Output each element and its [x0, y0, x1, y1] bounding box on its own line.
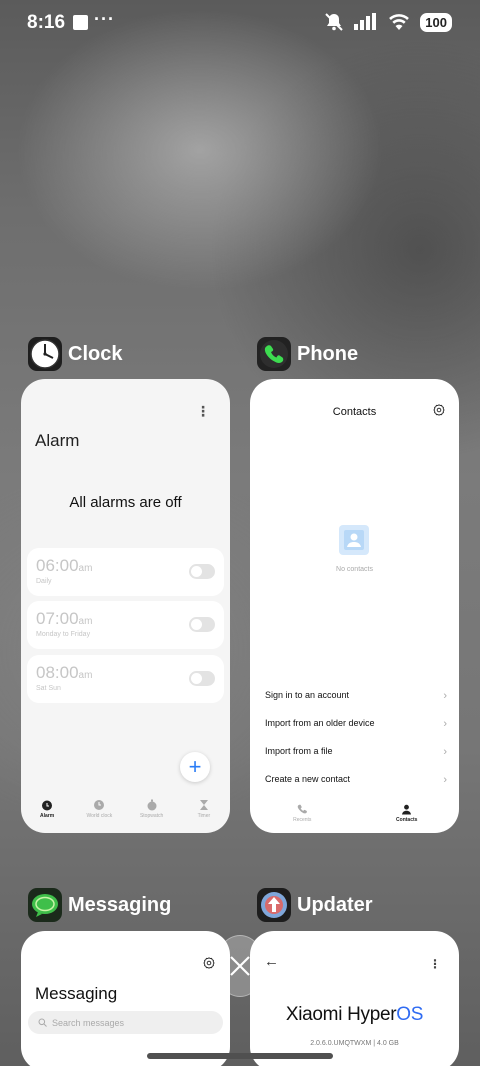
- clock-app-icon: [28, 337, 62, 371]
- app-header-phone[interactable]: Phone: [257, 337, 358, 371]
- more-options-icon[interactable]: ⋮: [429, 957, 441, 971]
- tab-label: Timer: [197, 813, 211, 819]
- alarm-repeat: Monday to Friday: [36, 631, 91, 638]
- phone-tab-bar: Recents Contacts: [250, 804, 459, 823]
- app-header-messaging[interactable]: Messaging: [28, 888, 171, 922]
- tab-label: World clock: [86, 813, 113, 819]
- version-info: 2.0.6.0.UMQTWXM | 4.0 GB: [310, 1040, 399, 1047]
- chevron-right-icon: ›: [443, 774, 447, 786]
- page-title: Messaging: [35, 984, 118, 1003]
- hourglass-icon: [199, 800, 208, 810]
- tab-contacts[interactable]: Contacts: [355, 804, 460, 823]
- brand-suffix: OS: [396, 1004, 424, 1025]
- menu-item-import-file[interactable]: Import from a file ›: [265, 746, 447, 758]
- search-icon: [38, 1018, 47, 1027]
- alarm-repeat: Sat Sun: [36, 685, 61, 692]
- back-arrow-icon[interactable]: ←: [264, 953, 279, 970]
- tab-label: Alarm: [40, 813, 55, 819]
- messaging-app-icon: [28, 888, 62, 922]
- menu-item-create-contact[interactable]: Create a new contact ›: [265, 774, 447, 786]
- clear-all-button[interactable]: [215, 935, 265, 997]
- brand-prefix: Xiaomi Hyper: [285, 1004, 397, 1025]
- menu-item-label: Create a new contact: [265, 774, 351, 784]
- more-options-icon[interactable]: ⋮: [196, 403, 210, 420]
- empty-state-message: All alarms are off: [69, 494, 182, 511]
- tab-timer[interactable]: Timer: [178, 799, 230, 819]
- silent-bell-icon: [325, 13, 344, 31]
- tab-label: Contacts: [396, 817, 418, 823]
- alarm-time: 07:00: [36, 609, 79, 628]
- empty-state-message: No contacts: [336, 566, 373, 573]
- alarm-ampm: am: [78, 563, 93, 574]
- stopwatch-icon: [147, 799, 157, 811]
- globe-clock-icon: [94, 800, 105, 810]
- app-name-messaging: Messaging: [68, 893, 172, 916]
- app-name-phone: Phone: [297, 342, 359, 365]
- menu-item-label: Sign in to an account: [265, 690, 350, 700]
- settings-gear-icon[interactable]: [433, 404, 445, 416]
- chevron-right-icon: ›: [443, 690, 447, 702]
- close-icon: [230, 956, 250, 976]
- messaging-app-card[interactable]: Messaging Search messages: [21, 931, 230, 1066]
- clock-app-card[interactable]: ⋮ Alarm All alarms are off 06:00am Daily…: [21, 379, 230, 833]
- menu-item-import-older-device[interactable]: Import from an older device ›: [265, 718, 447, 730]
- alarm-toggle[interactable]: [189, 564, 215, 579]
- phone-handset-icon: [297, 804, 307, 814]
- chevron-right-icon: ›: [443, 718, 447, 730]
- app-name-clock: Clock: [68, 342, 123, 365]
- updater-app-card[interactable]: ← ⋮ Xiaomi HyperOS 2.0.6.0.UMQTWXM | 4.0…: [250, 931, 459, 1066]
- signal-icon: [354, 13, 377, 30]
- search-input[interactable]: Search messages: [28, 1011, 223, 1034]
- alarm-row[interactable]: 08:00am Sat Sun: [27, 655, 224, 703]
- add-alarm-button[interactable]: +: [180, 752, 210, 782]
- phone-app-icon: [257, 337, 291, 371]
- more-notifications-icon: ···: [94, 9, 115, 29]
- alarm-ampm: am: [78, 616, 93, 627]
- app-name-updater: Updater: [297, 893, 373, 916]
- alarm-ampm: am: [78, 670, 93, 681]
- menu-item-label: Import from an older device: [265, 718, 375, 728]
- tab-recents[interactable]: Recents: [250, 804, 355, 823]
- updater-app-icon: [257, 888, 291, 922]
- tab-label: Recents: [293, 817, 312, 823]
- alarm-clock-icon: [42, 800, 53, 811]
- alarm-toggle[interactable]: [189, 671, 215, 686]
- home-indicator[interactable]: [147, 1053, 333, 1059]
- alarm-row[interactable]: 07:00am Monday to Friday: [27, 601, 224, 649]
- battery-indicator: 100: [420, 12, 452, 32]
- chevron-right-icon: ›: [443, 746, 447, 758]
- page-title: Contacts: [332, 406, 377, 418]
- status-bar: 8:16 ··· 100: [0, 0, 480, 48]
- search-placeholder: Search messages: [52, 1017, 125, 1028]
- person-icon: [402, 804, 412, 815]
- alarm-time: 08:00: [36, 663, 79, 682]
- phone-app-card[interactable]: Contacts No contacts Sign in to an accou…: [250, 379, 459, 833]
- app-header-clock[interactable]: Clock: [28, 337, 122, 371]
- page-title: Alarm: [35, 431, 80, 450]
- tab-world-clock[interactable]: World clock: [73, 799, 125, 819]
- app-header-updater[interactable]: Updater: [257, 888, 373, 922]
- settings-gear-icon[interactable]: [203, 957, 215, 969]
- menu-item-sign-in[interactable]: Sign in to an account ›: [265, 690, 447, 702]
- hyperos-brand: Xiaomi HyperOS: [250, 1004, 459, 1026]
- alarm-toggle[interactable]: [189, 617, 215, 632]
- alarm-time: 06:00: [36, 556, 79, 575]
- menu-item-label: Import from a file: [265, 746, 333, 756]
- tab-label: Stopwatch: [139, 813, 164, 819]
- notification-square-icon: [73, 15, 88, 30]
- tab-stopwatch[interactable]: Stopwatch: [126, 799, 178, 819]
- alarm-row[interactable]: 06:00am Daily: [27, 548, 224, 596]
- contact-placeholder-icon: [339, 525, 369, 555]
- tab-alarm[interactable]: Alarm: [21, 799, 73, 819]
- wifi-icon: [389, 14, 410, 30]
- alarm-repeat: Daily: [36, 578, 52, 585]
- status-time: 8:16: [27, 12, 66, 33]
- clock-tab-bar: Alarm World clock Stopwatch Timer: [21, 799, 230, 819]
